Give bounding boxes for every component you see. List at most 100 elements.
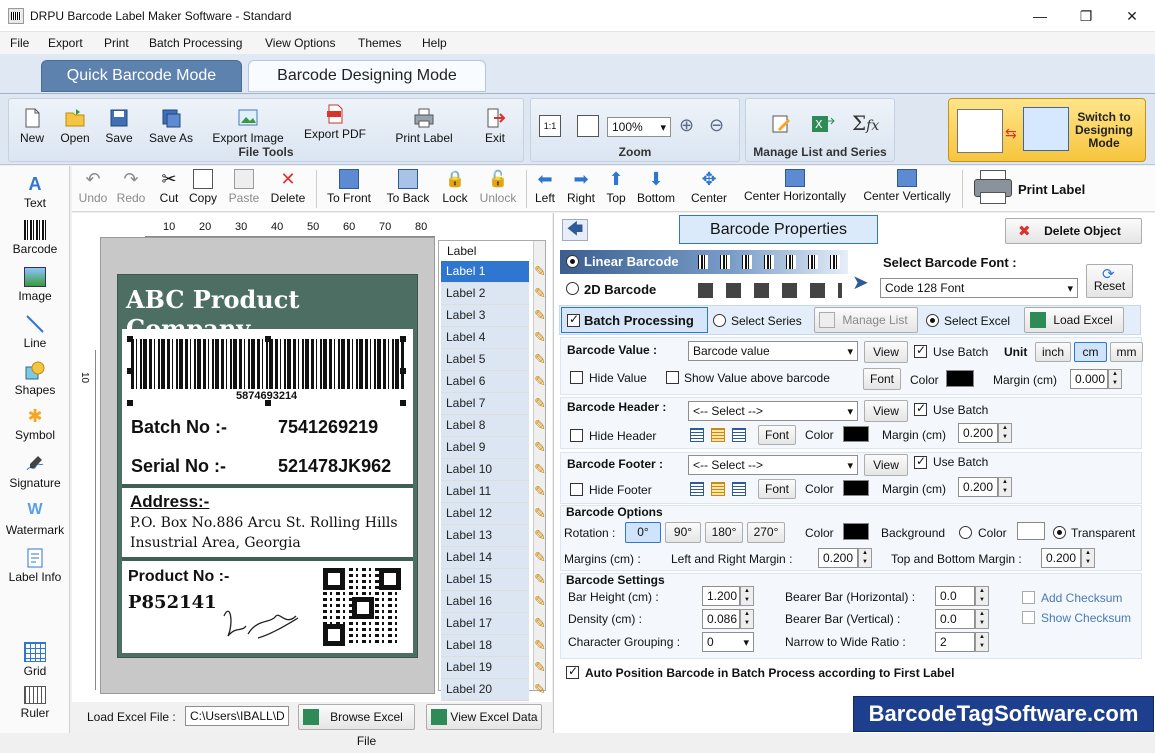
print-label-printer-icon[interactable] [974, 170, 1014, 206]
selection-handle[interactable] [127, 368, 133, 374]
menu-batch-processing[interactable]: Batch Processing [149, 36, 242, 50]
transparent-radio[interactable] [1053, 526, 1066, 539]
edit-label-pencil-icon[interactable]: ✎ [531, 593, 549, 611]
reset-button[interactable]: ⟳ Reset [1086, 264, 1133, 298]
address-label[interactable]: Address:- [130, 492, 209, 512]
show-value-above-checkbox[interactable] [666, 371, 679, 384]
label-list-item[interactable]: Label 10 [441, 459, 529, 481]
zoom-select[interactable]: 100% [607, 117, 671, 137]
barcode-tool[interactable]: Barcode [0, 220, 70, 256]
left-right-margin-input[interactable]: 0.200 [818, 548, 858, 568]
label-list-item[interactable]: Label 16 [441, 591, 529, 613]
label-list-item[interactable]: Label 13 [441, 525, 529, 547]
unit-mm-button[interactable]: mm [1110, 342, 1143, 362]
label-list-item[interactable]: Label 7 [441, 393, 529, 415]
menu-help[interactable]: Help [422, 36, 447, 50]
bearer-vertical-input[interactable]: 0.0 [935, 609, 975, 629]
signature-image[interactable] [218, 598, 310, 648]
bearer-vertical-spinner[interactable]: ▲ ▼ [975, 609, 989, 629]
barcode-footer-color-swatch[interactable] [843, 480, 869, 496]
hide-value-checkbox[interactable] [570, 371, 583, 384]
barcode-value-use-batch-checkbox[interactable] [914, 343, 927, 358]
menu-themes[interactable]: Themes [358, 36, 401, 50]
background-color-swatch[interactable] [1017, 522, 1045, 540]
address-line-1[interactable]: P.O. Box No.886 Arcu St. Rolling Hills [130, 515, 398, 531]
header-align-right-icon[interactable] [732, 428, 746, 442]
series-sigma-icon[interactable]: Σfx [852, 111, 879, 135]
center-vertically-button[interactable]: Center Vertically [858, 169, 956, 203]
label-list-item[interactable]: Label 18 [441, 635, 529, 657]
label-list-item[interactable]: Label 15 [441, 569, 529, 591]
lock-button[interactable]: 🔒 Lock [438, 169, 472, 205]
hide-header-checkbox[interactable] [570, 429, 583, 442]
tab-quick-barcode-mode[interactable]: Quick Barcode Mode [41, 60, 242, 92]
minimize-icon[interactable]: — [1017, 0, 1063, 32]
label-list-item[interactable]: Label 2 [441, 283, 529, 305]
grid-tool[interactable]: Grid [0, 642, 70, 678]
edit-label-pencil-icon[interactable]: ✎ [531, 637, 549, 655]
edit-label-pencil-icon[interactable]: ✎ [531, 351, 549, 369]
edit-label-pencil-icon[interactable]: ✎ [531, 373, 549, 391]
barcode-header-use-batch-checkbox[interactable] [914, 401, 927, 416]
unlock-button[interactable]: 🔓 Unlock [476, 169, 520, 205]
menu-file[interactable]: File [10, 36, 29, 50]
barcode-header-view-button[interactable]: View [864, 400, 908, 422]
rotation-180-button[interactable]: 180° [705, 522, 743, 543]
barcode-header-font-button[interactable]: Font [758, 425, 796, 445]
edit-label-pencil-icon[interactable]: ✎ [531, 307, 549, 325]
left-right-margin-spinner[interactable]: ▲ ▼ [858, 548, 872, 568]
delete-object-button[interactable]: ✖ Delete Object [1005, 218, 1142, 244]
footer-align-right-icon[interactable] [732, 482, 746, 496]
barcode-header-margin-input[interactable]: 0.200 [958, 423, 998, 443]
line-tool[interactable]: Line [0, 314, 70, 350]
hide-footer-checkbox[interactable] [570, 483, 583, 496]
show-checksum-checkbox[interactable] [1022, 611, 1035, 624]
view-excel-data-button[interactable]: View Excel Data [426, 704, 542, 730]
shapes-tool[interactable]: Shapes [0, 361, 70, 397]
barcode-value-margin-input[interactable]: 0.000 [1070, 369, 1108, 389]
footer-align-left-icon[interactable] [690, 482, 704, 496]
image-tool[interactable]: Image [0, 267, 70, 303]
auto-position-checkbox[interactable] [566, 664, 579, 679]
load-excel-button[interactable]: Load Excel [1024, 307, 1124, 333]
text-tool[interactable]: A Text [0, 174, 70, 210]
label-list-item[interactable]: Label 9 [441, 437, 529, 459]
switch-designing-mode-button[interactable]: ⇆ Switch to Designing Mode [948, 98, 1146, 162]
label-list-item[interactable]: Label 11 [441, 481, 529, 503]
undo-button[interactable]: ↶ Undo [76, 169, 110, 205]
selection-handle[interactable] [400, 336, 406, 342]
excel-list-icon[interactable]: X [810, 113, 836, 135]
edit-label-pencil-icon[interactable]: ✎ [531, 681, 549, 699]
back-arrow-icon[interactable]: 🡄 [562, 219, 588, 241]
2d-symbology-icons[interactable] [698, 283, 842, 298]
label-list-item[interactable]: Label 14 [441, 547, 529, 569]
label-list-item[interactable]: Label 4 [441, 327, 529, 349]
narrow-wide-ratio-input[interactable]: 2 [935, 632, 975, 652]
label-info-tool[interactable]: Label Info [0, 548, 70, 584]
save-as-button[interactable]: Save As [145, 107, 197, 145]
barcode-value-font-button[interactable]: Font [863, 368, 901, 390]
save-button[interactable]: Save [101, 107, 137, 145]
label-list-item[interactable]: Label 19 [441, 657, 529, 679]
batch-value[interactable]: 7541269219 [278, 417, 378, 438]
character-grouping-select[interactable]: 0 [702, 632, 754, 652]
edit-list-icon[interactable] [770, 113, 792, 135]
label-list-item[interactable]: Label 17 [441, 613, 529, 635]
barcode-footer-margin-input[interactable]: 0.200 [958, 477, 998, 497]
qr-code-image[interactable] [323, 568, 401, 646]
new-button[interactable]: New [15, 107, 49, 145]
delete-button[interactable]: ✕ Delete [268, 169, 308, 205]
selection-handle[interactable] [265, 336, 271, 342]
align-left-button[interactable]: ⬅ Left [530, 169, 560, 205]
barcode-footer-view-button[interactable]: View [864, 454, 908, 476]
align-bottom-button[interactable]: ⬇ Bottom [634, 169, 678, 205]
label-list-item[interactable]: Label 6 [441, 371, 529, 393]
edit-label-pencil-icon[interactable]: ✎ [531, 505, 549, 523]
serial-value[interactable]: 521478JK962 [278, 456, 391, 477]
barcode-header-margin-spinner[interactable]: ▲ ▼ [998, 423, 1012, 443]
header-align-left-icon[interactable] [690, 428, 704, 442]
edit-label-pencil-icon[interactable]: ✎ [531, 461, 549, 479]
close-icon[interactable]: ✕ [1109, 0, 1155, 32]
background-color-radio[interactable] [959, 526, 972, 539]
tab-barcode-designing-mode[interactable]: Barcode Designing Mode [248, 60, 486, 92]
